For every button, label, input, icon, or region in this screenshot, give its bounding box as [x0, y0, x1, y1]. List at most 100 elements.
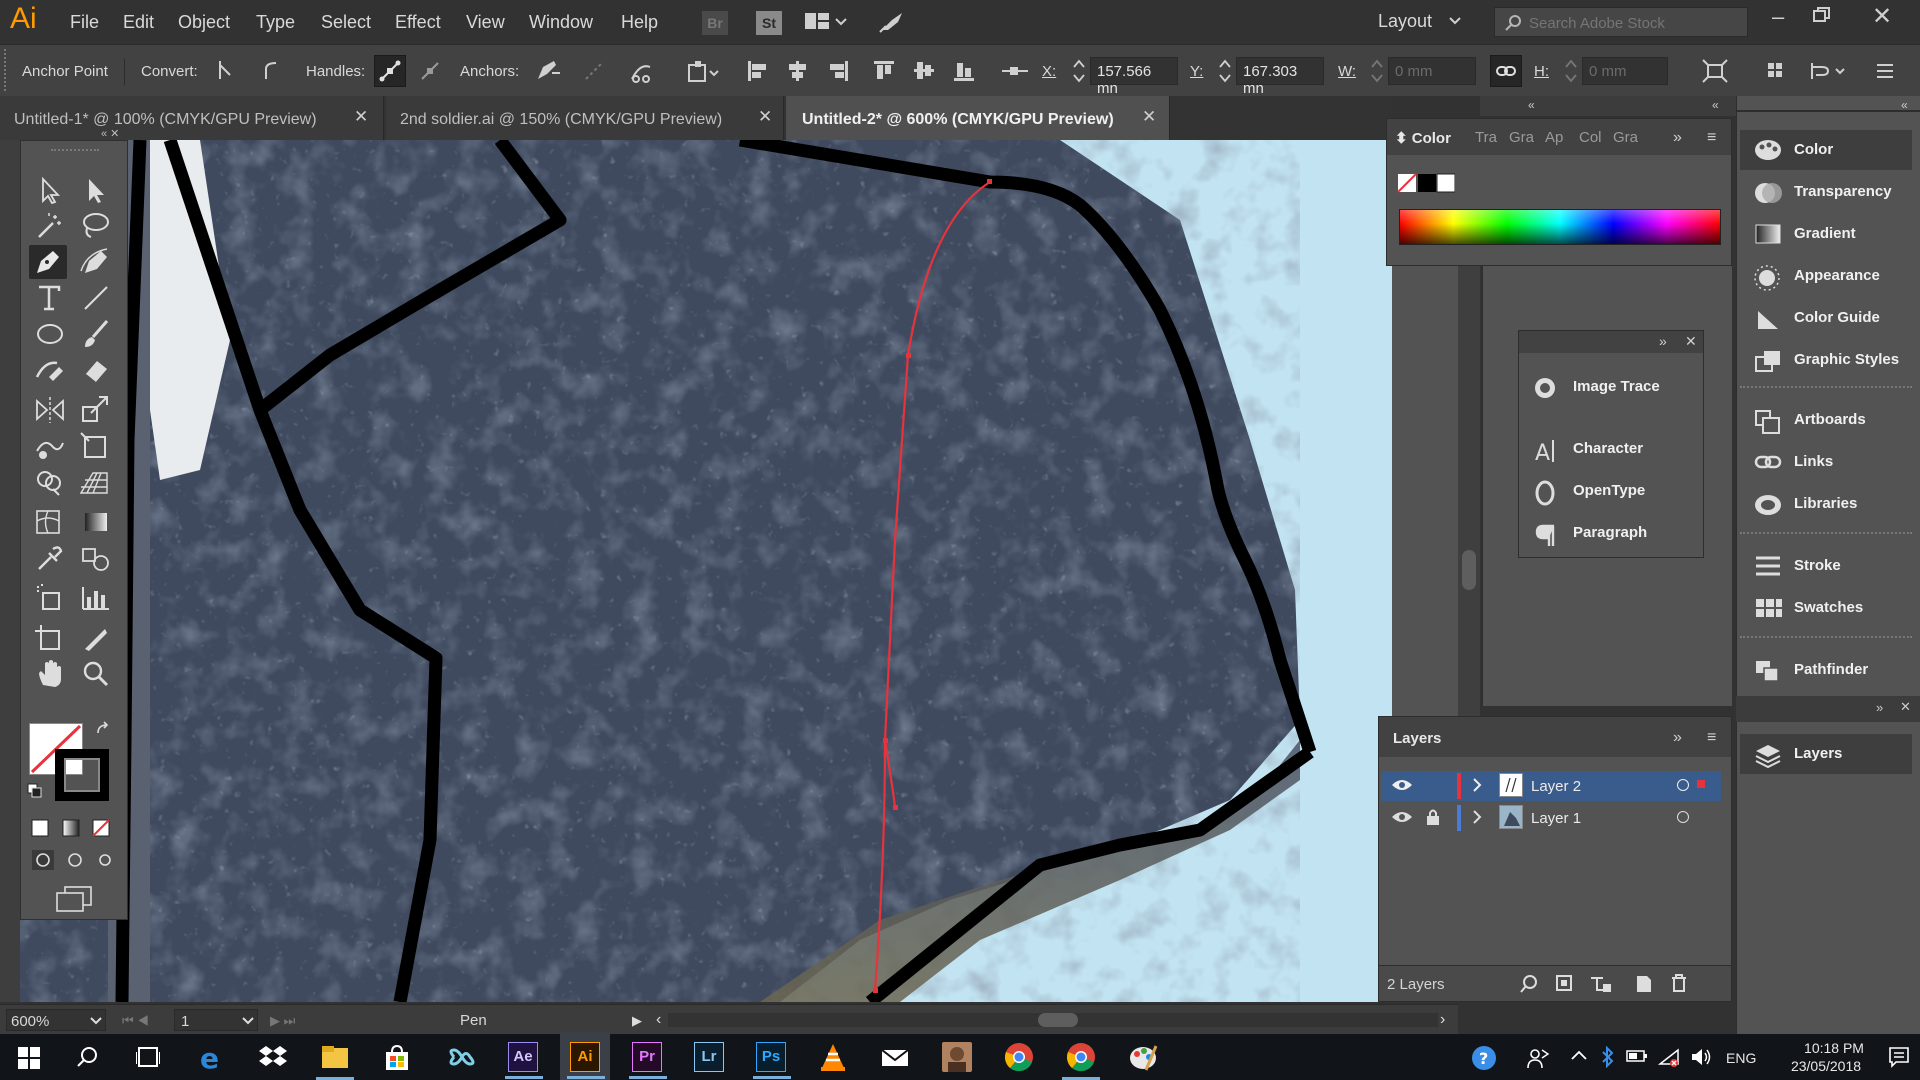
dock-graphic-styles[interactable]: Graphic Styles — [1740, 340, 1912, 380]
bluetooth-icon[interactable] — [1600, 1046, 1616, 1068]
expand-layer-icon[interactable] — [1471, 777, 1483, 793]
eye-icon[interactable] — [1391, 809, 1413, 825]
menu-view[interactable]: View — [466, 12, 505, 33]
scroll-left-icon[interactable]: ‹ — [656, 1011, 661, 1029]
close-tab-icon[interactable]: ✕ — [758, 107, 772, 127]
dock-swatches[interactable]: Swatches — [1740, 588, 1912, 628]
paintbrush-tool[interactable] — [77, 317, 115, 351]
selection-indicator[interactable] — [1697, 780, 1705, 788]
create-sublayer-icon[interactable] — [1589, 974, 1613, 994]
language-indicator[interactable]: ENG — [1726, 1050, 1756, 1066]
expand-icon[interactable]: » — [1876, 700, 1883, 715]
symbol-sprayer-tool[interactable] — [31, 581, 69, 615]
vlc-icon[interactable] — [818, 1042, 848, 1072]
menu-window[interactable]: Window — [529, 12, 593, 33]
tab-color[interactable]: ⬍ Color — [1395, 129, 1451, 147]
remove-anchor-icon[interactable] — [534, 59, 560, 83]
menu-edit[interactable]: Edit — [123, 12, 154, 33]
screen-mode-icon[interactable] — [55, 885, 95, 913]
close-icon[interactable]: ✕ — [1900, 699, 1911, 715]
gpu-performance-icon[interactable] — [878, 10, 906, 34]
path-direction-icon[interactable] — [1808, 59, 1848, 83]
close-tab-icon[interactable]: ✕ — [354, 107, 368, 127]
lightroom-icon[interactable]: Lr — [694, 1042, 724, 1072]
menu-select[interactable]: Select — [321, 12, 371, 33]
dropbox-icon[interactable] — [258, 1042, 288, 1072]
blend-tool[interactable] — [77, 541, 115, 575]
layers-panel-title[interactable]: Layers — [1393, 730, 1441, 747]
align-right-icon[interactable] — [826, 59, 850, 83]
menu-object[interactable]: Object — [178, 12, 230, 33]
color-mode-icon[interactable] — [31, 817, 121, 839]
constrain-proportions-button[interactable] — [1490, 55, 1522, 87]
panel-character[interactable]: A Character — [1519, 429, 1703, 469]
target-icon[interactable] — [1677, 779, 1689, 791]
artboard-tool[interactable] — [31, 621, 69, 655]
line-segment-tool[interactable] — [77, 281, 115, 315]
scrollbar-thumb[interactable] — [1038, 1013, 1078, 1027]
reflect-tool[interactable] — [31, 393, 69, 427]
tab-color-guide[interactable]: Col — [1579, 129, 1602, 146]
expand-panels-icon[interactable]: » — [1673, 129, 1682, 147]
panel-menu-icon[interactable]: ≡ — [1707, 729, 1716, 747]
toolbar-grip[interactable] — [51, 149, 99, 151]
warp-tool[interactable] — [31, 429, 69, 463]
layer-name[interactable]: Layer 1 — [1531, 810, 1581, 827]
dock-transparency[interactable]: Transparency — [1740, 172, 1912, 212]
status-menu-icon[interactable]: ▶ — [632, 1013, 642, 1029]
stock-icon[interactable]: St — [756, 11, 782, 35]
expand-layer-icon[interactable] — [1471, 809, 1483, 825]
swap-fill-stroke-icon[interactable] — [95, 721, 113, 739]
layer-row[interactable]: Layer 2 — [1381, 771, 1721, 801]
locate-object-icon[interactable] — [1519, 974, 1539, 994]
premiere-icon[interactable]: Pr — [629, 1042, 667, 1079]
photo-app-icon[interactable] — [942, 1042, 972, 1072]
minimize-icon[interactable]: – — [1772, 4, 1784, 30]
selection-tool[interactable] — [31, 173, 69, 207]
create-layer-icon[interactable] — [1633, 974, 1653, 994]
dock-color[interactable]: Color — [1740, 130, 1912, 170]
mail-icon[interactable] — [880, 1042, 910, 1072]
color-spectrum[interactable] — [1399, 209, 1721, 245]
close-tab-icon[interactable]: ✕ — [1142, 107, 1156, 127]
dock-pathfinder[interactable]: Pathfinder — [1740, 650, 1912, 690]
bridge-icon[interactable]: Br — [702, 11, 728, 35]
y-stepper-icon[interactable] — [1218, 57, 1232, 85]
stock-search[interactable] — [1494, 7, 1748, 37]
convert-to-smooth-icon[interactable] — [260, 59, 282, 83]
free-transform-tool[interactable] — [77, 429, 115, 463]
eraser-tool[interactable] — [77, 353, 115, 387]
illustrator-taskbar-icon[interactable]: Ai — [567, 1042, 605, 1079]
column-graph-tool[interactable] — [77, 581, 115, 615]
zoom-tool[interactable] — [77, 657, 115, 691]
scale-tool[interactable] — [77, 393, 115, 427]
shaper-tool[interactable] — [31, 353, 69, 387]
slice-tool[interactable] — [77, 621, 115, 655]
collapse-panel-icon[interactable]: « ✕ — [101, 127, 119, 140]
dock-gradient[interactable]: Gradient — [1740, 214, 1912, 254]
panel-menu-icon[interactable]: ≡ — [1707, 129, 1716, 147]
layer-row[interactable]: Layer 1 — [1381, 803, 1721, 833]
restore-icon[interactable] — [1812, 6, 1832, 24]
file-explorer-icon[interactable] — [316, 1042, 354, 1080]
draw-mode-icon[interactable] — [31, 849, 121, 871]
collapse-icon[interactable]: « — [1712, 98, 1719, 112]
paint-icon[interactable] — [1128, 1042, 1158, 1072]
default-fill-stroke-icon[interactable] — [27, 783, 43, 799]
windows-start-icon[interactable] — [18, 1047, 40, 1069]
edge-icon[interactable]: e — [198, 1042, 228, 1072]
none-swatch[interactable] — [1397, 173, 1455, 195]
tab-untitled-1[interactable]: Untitled-1* @ 100% (CMYK/GPU Preview) ✕ — [0, 96, 384, 140]
network-icon[interactable] — [1658, 1046, 1680, 1068]
collapse-icon[interactable]: « — [1528, 98, 1535, 112]
chevron-down-icon[interactable] — [1448, 16, 1462, 26]
dock-layers[interactable]: Layers — [1740, 734, 1912, 774]
menu-file[interactable]: File — [70, 12, 99, 33]
magic-wand-tool[interactable] — [31, 209, 69, 243]
search-input[interactable] — [1529, 13, 1739, 33]
dock-appearance[interactable]: Appearance — [1740, 256, 1912, 296]
align-middle-icon[interactable] — [912, 59, 936, 83]
x-position-field[interactable]: 157.566 mn — [1090, 57, 1178, 97]
perspective-grid-tool[interactable] — [77, 465, 115, 499]
horizontal-scrollbar[interactable] — [668, 1013, 1438, 1027]
